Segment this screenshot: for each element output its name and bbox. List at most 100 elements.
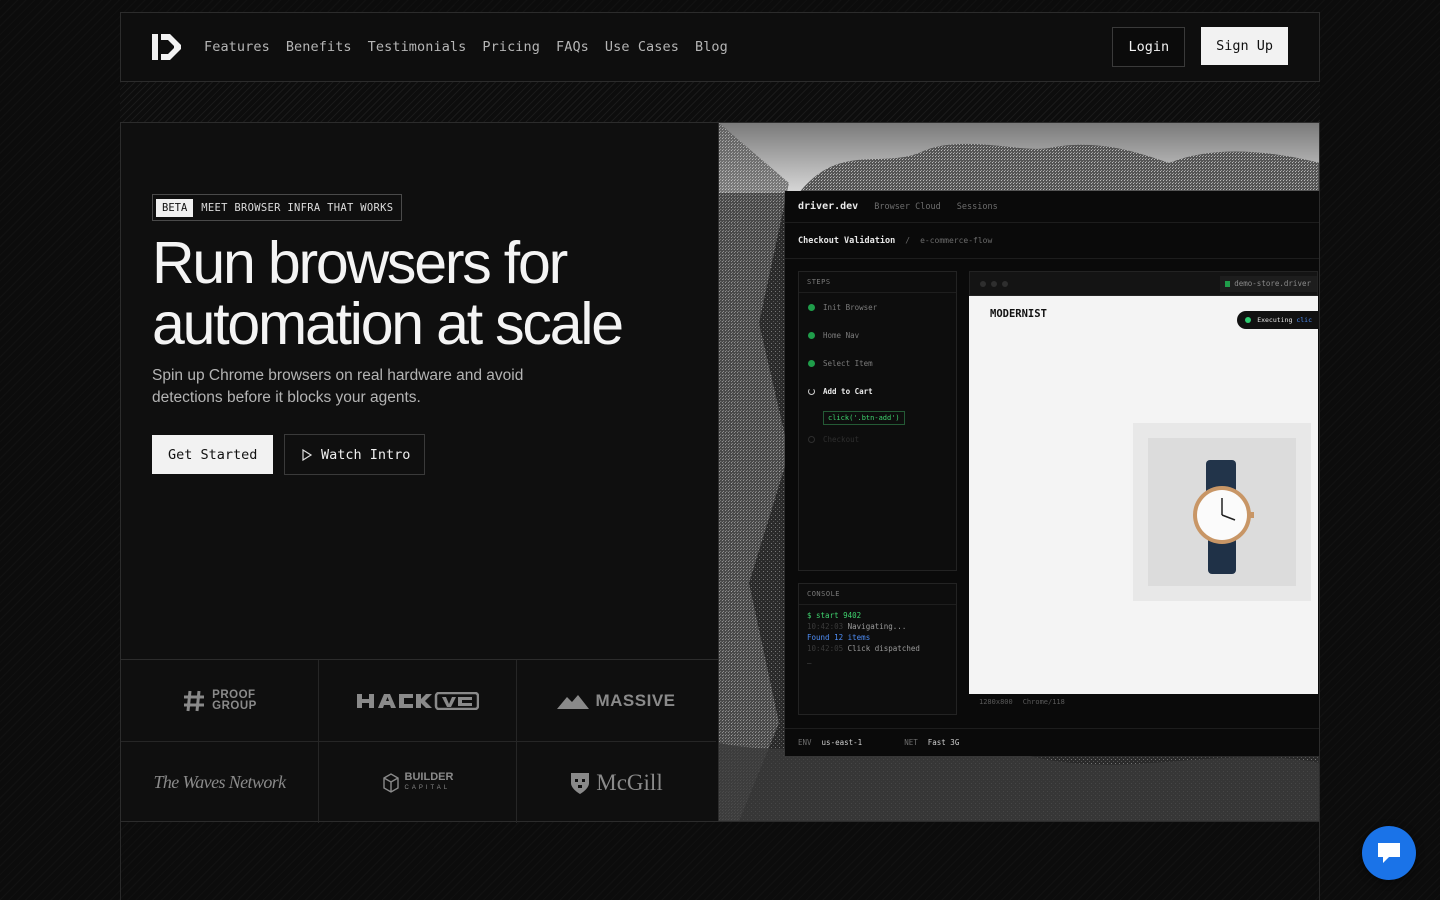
nav-link-use-cases[interactable]: Use Cases <box>605 39 679 55</box>
app-tab-sessions[interactable]: Sessions <box>957 202 998 212</box>
console-text: Navigating... <box>847 622 907 631</box>
crest-icon <box>571 772 590 794</box>
check-icon <box>808 303 815 311</box>
app-breadcrumb: Checkout Validation / e-commerce-flow <box>785 223 1319 259</box>
logo-builder-line2: CAPITAL <box>404 784 451 791</box>
step-item-active: Add to Cart <box>799 377 956 405</box>
app-tab-browser-cloud[interactable]: Browser Cloud <box>874 202 941 212</box>
badge-text: MEET BROWSER INFRA THAT WORKS <box>201 201 394 214</box>
hero-copy: BETA MEET BROWSER INFRA THAT WORKS Run b… <box>121 123 718 659</box>
console-header: CONSOLE <box>799 584 956 605</box>
browser-version: Chrome/118 <box>1022 698 1065 706</box>
nav-link-pricing[interactable]: Pricing <box>482 39 540 55</box>
customer-logos: PROOF GROUP MASSIVE The Waves Network BU… <box>121 659 718 823</box>
console-text: Found 12 items <box>807 633 871 642</box>
step-item-pending: Checkout <box>799 425 956 453</box>
steps-panel: STEPS Init Browser Home Nav Select Item … <box>798 271 957 571</box>
breadcrumb-separator: / <box>905 236 911 245</box>
net-value: Fast 3G <box>927 738 960 747</box>
logo-builder-capital: BUILDER CAPITAL <box>319 742 517 823</box>
console-line: 10:42:03 Navigating... <box>799 621 956 632</box>
hash-icon <box>184 690 205 711</box>
viewport-info: 1280x800 Chrome/118 <box>979 698 1065 706</box>
logo-waves-text: The Waves Network <box>153 772 286 792</box>
chat-launcher-button[interactable] <box>1362 826 1416 880</box>
headline-line-1: Run browsers for <box>152 230 568 296</box>
console-cursor: _ <box>807 655 812 664</box>
env-label: ENV <box>798 738 812 747</box>
step-label: Init Browser <box>823 302 878 312</box>
nav-link-faqs[interactable]: FAQs <box>556 39 589 55</box>
nav-link-features[interactable]: Features <box>204 39 270 55</box>
app-window: driver.dev Browser Cloud Sessions Checko… <box>785 191 1319 756</box>
url-pill[interactable]: demo-store.driver <box>1220 276 1317 292</box>
store-name: MODERNIST <box>990 308 1047 320</box>
viewport-size: 1280x800 <box>979 698 1013 706</box>
check-icon <box>808 331 815 339</box>
product-showcase: driver.dev Browser Cloud Sessions Checko… <box>718 123 1319 821</box>
browser-preview: MODERNIST Executing clic <box>969 296 1319 694</box>
step-label: Select Item <box>823 358 873 368</box>
console-panel: CONSOLE $ start 9402 10:42:03 Navigating… <box>798 583 957 715</box>
mountain-icon <box>557 694 590 709</box>
nav-link-benefits[interactable]: Benefits <box>286 39 352 55</box>
executing-badge: Executing clic <box>1237 311 1319 329</box>
get-started-button[interactable]: Get Started <box>152 435 274 474</box>
chat-bubble-icon <box>1378 843 1400 863</box>
top-nav: Features Benefits Testimonials Pricing F… <box>120 12 1320 82</box>
watch-intro-button[interactable]: Watch Intro <box>284 434 426 475</box>
step-code-chip: click('.btn-add') <box>823 411 905 425</box>
console-line: Found 12 items <box>799 632 956 643</box>
hack-vc-wordmark <box>356 691 479 710</box>
nav-auth: Login Sign Up <box>1112 27 1288 67</box>
net-label: NET <box>904 738 918 747</box>
status-dot-icon <box>1245 317 1252 323</box>
console-line: 10:42:05 Click dispatched <box>799 643 956 654</box>
console-text: Click dispatched <box>847 644 920 653</box>
lock-icon <box>1225 281 1231 287</box>
hero-subtitle: Spin up Chrome browsers on real hardware… <box>152 367 524 406</box>
headline-line-2: automation at scale <box>152 291 624 357</box>
logo-mcgill: McGill <box>517 742 716 823</box>
logo-massive: MASSIVE <box>517 660 716 742</box>
app-brand: driver.dev <box>798 201 859 212</box>
browser-toolbar: demo-store.driver <box>969 271 1318 296</box>
logo-mcgill-text: McGill <box>596 769 663 795</box>
signup-button[interactable]: Sign Up <box>1201 27 1288 65</box>
url-text: demo-store.driver <box>1234 279 1311 288</box>
announcement-badge: BETA MEET BROWSER INFRA THAT WORKS <box>152 194 403 221</box>
nav-link-blog[interactable]: Blog <box>695 39 728 55</box>
nav-links: Features Benefits Testimonials Pricing F… <box>204 39 728 55</box>
watch-intro-label: Watch Intro <box>321 446 411 463</box>
login-button[interactable]: Login <box>1112 27 1186 67</box>
executing-code: clic <box>1296 316 1312 324</box>
console-line: $ start 9402 <box>799 610 956 621</box>
console-time: $ <box>807 611 812 620</box>
brand-logo-icon[interactable] <box>152 34 182 60</box>
logo-proof-group: PROOF GROUP <box>121 660 319 742</box>
step-label: Add to Cart <box>823 386 873 396</box>
console-time: 10:42:05 <box>807 644 844 653</box>
nav-link-testimonials[interactable]: Testimonials <box>368 39 467 55</box>
window-dots <box>980 281 1008 287</box>
logo-hack-vc <box>319 660 517 742</box>
step-item: Home Nav <box>799 321 956 349</box>
pending-dot-icon <box>808 435 815 443</box>
watch-image <box>1148 438 1296 586</box>
step-label: Checkout <box>823 434 860 444</box>
app-topbar: driver.dev Browser Cloud Sessions <box>785 191 1319 223</box>
check-icon <box>808 359 815 367</box>
console-text: start 9402 <box>816 611 862 620</box>
env-value: us-east-1 <box>821 738 863 747</box>
logo-waves-network: The Waves Network <box>121 742 319 823</box>
logo-builder-line1: BUILDER <box>404 770 454 783</box>
spinner-icon <box>808 387 815 395</box>
logo-proof-line1: PROOF <box>212 688 256 701</box>
step-label: Home Nav <box>823 330 860 340</box>
app-footer: ENV us-east-1 NET Fast 3G <box>785 728 1319 756</box>
step-item: Select Item <box>799 349 956 377</box>
decorative-stripe <box>120 82 1320 122</box>
beta-tag: BETA <box>156 198 194 217</box>
product-card[interactable] <box>1133 423 1311 601</box>
step-item: Init Browser <box>799 293 956 321</box>
